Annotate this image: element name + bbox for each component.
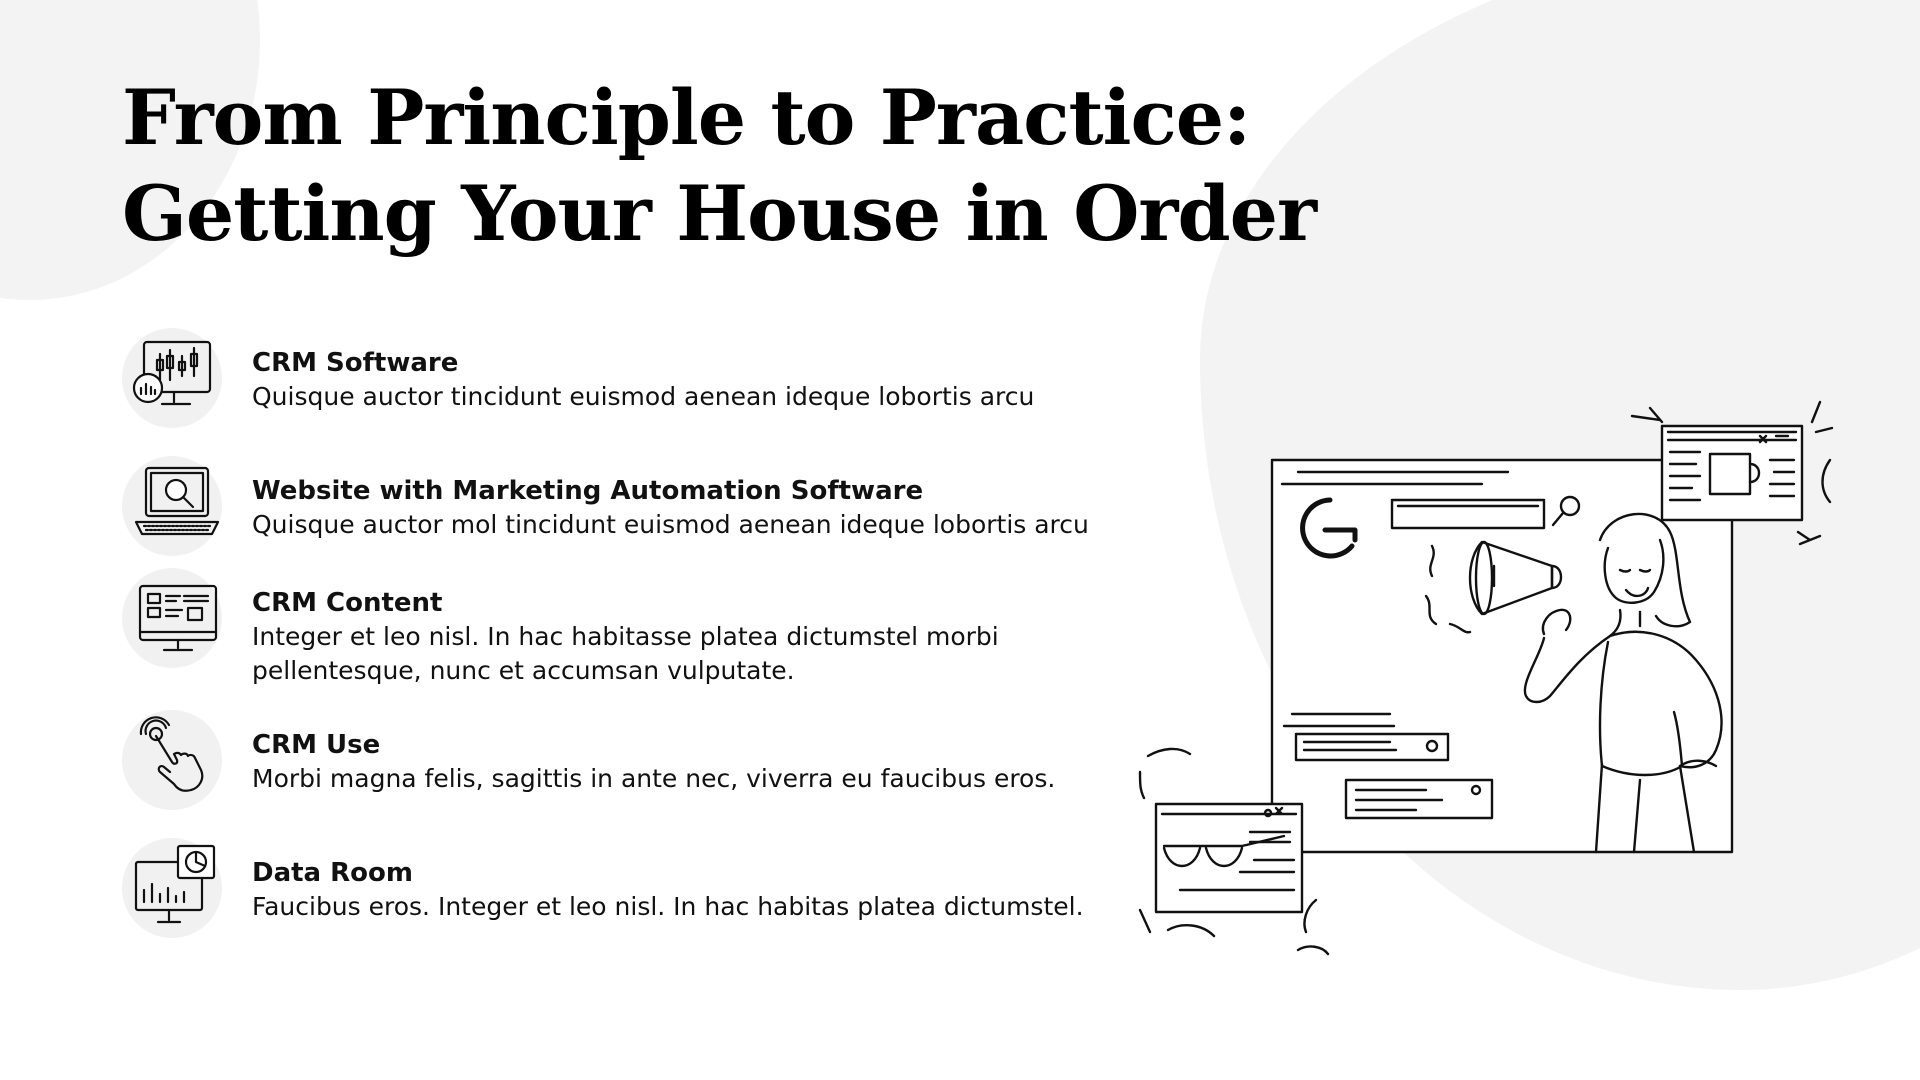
item-description: Quisque auctor tincidunt euismod aenean … <box>252 382 1035 411</box>
slide-title-line-2: Getting Your House in Order <box>122 169 1317 258</box>
item-description: Faucibus eros. Integer et leo nisl. In h… <box>252 892 1084 921</box>
laptop-search-icon <box>122 456 226 556</box>
small-browser-window-glasses <box>1154 802 1304 914</box>
dashboard-presentation-icon <box>122 838 226 938</box>
slide-title: From Principle to Practice: Getting Your… <box>122 70 1317 262</box>
list-item-crm-content: CRM Content Integer et leo nisl. In hac … <box>122 568 1152 688</box>
item-description: Morbi magna felis, sagittis in ante nec,… <box>252 764 1056 793</box>
content-card-2 <box>1344 778 1494 820</box>
item-title: CRM Use <box>252 730 381 760</box>
monitor-layout-icon <box>122 568 226 668</box>
list-item-data-room: Data Room Faucibus eros. Integer et leo … <box>122 838 1152 938</box>
item-description: Integer et leo nisl. In hac habitasse pl… <box>252 622 999 685</box>
item-title: CRM Software <box>252 348 459 378</box>
slide-title-line-1: From Principle to Practice: <box>122 73 1251 162</box>
item-title: Data Room <box>252 858 413 888</box>
list-item-website-marketing-automation: Website with Marketing Automation Softwa… <box>122 456 1152 556</box>
small-browser-window-cup <box>1660 424 1804 522</box>
hand-touch-icon <box>122 710 226 810</box>
list-item-crm-software: CRM Software Quisque auctor tincidunt eu… <box>122 328 1152 428</box>
list-item-crm-use: CRM Use Morbi magna felis, sagittis in a… <box>122 710 1152 810</box>
stock-chart-monitor-icon <box>122 328 226 428</box>
item-title: Website with Marketing Automation Softwa… <box>252 476 924 506</box>
item-title: CRM Content <box>252 588 443 618</box>
item-description: Quisque auctor mol tincidunt euismod aen… <box>252 510 1089 539</box>
slide: From Principle to Practice: Getting Your… <box>0 0 1920 1080</box>
woman-with-megaphone-browser-illustration <box>1138 400 1834 956</box>
